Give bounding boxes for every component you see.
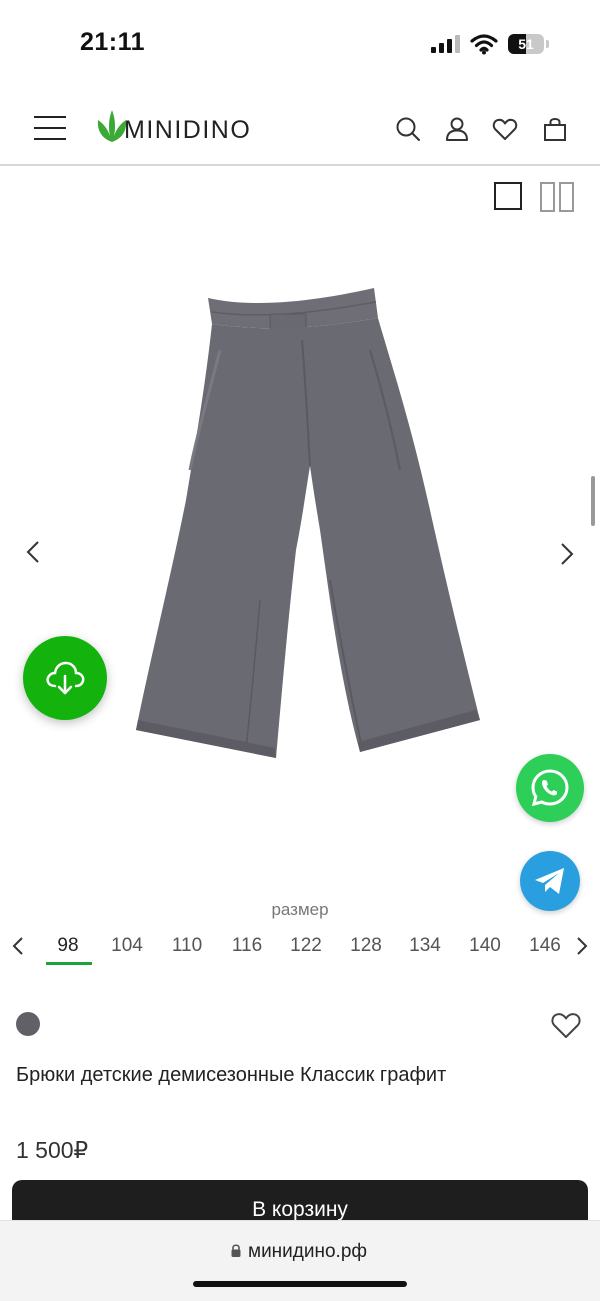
size-option-140[interactable]: 140: [458, 932, 512, 960]
single-view-icon[interactable]: [494, 182, 522, 210]
size-option-122[interactable]: 122: [279, 932, 333, 960]
gallery-prev-arrow-icon[interactable]: [22, 538, 44, 566]
size-option-134[interactable]: 134: [398, 932, 452, 960]
logo-text[interactable]: MINIDINO: [124, 116, 251, 145]
heart-icon[interactable]: [492, 116, 518, 142]
product-title: Брюки детские демисезонные Классик графи…: [16, 1064, 447, 1086]
size-selector: 98 104 110 116 122 128 134 140 146: [40, 932, 566, 972]
menu-icon[interactable]: [34, 116, 68, 140]
size-option-104[interactable]: 104: [100, 932, 154, 960]
cloud-download-icon: [46, 661, 85, 695]
search-icon[interactable]: [395, 116, 421, 142]
bag-icon[interactable]: [542, 116, 568, 142]
lock-icon: [231, 1244, 241, 1257]
double-view-icon[interactable]: [540, 182, 574, 212]
add-to-favorites-heart-icon[interactable]: [550, 1010, 582, 1040]
whatsapp-icon: [531, 769, 569, 807]
cellular-signal-icon: [431, 35, 460, 53]
status-time: 21:11: [80, 28, 146, 56]
product-price: 1 500₽: [16, 1137, 89, 1163]
product-image-pants: [136, 288, 480, 758]
browser-address-bar: минидино.рф: [0, 1220, 600, 1301]
home-indicator[interactable]: [193, 1281, 407, 1287]
user-icon[interactable]: [444, 116, 470, 142]
size-option-116[interactable]: 116: [220, 932, 274, 960]
sizes-next-arrow-icon[interactable]: [574, 935, 590, 957]
battery-cap: [546, 40, 549, 48]
size-option-110[interactable]: 110: [160, 932, 214, 960]
size-label: размер: [271, 900, 329, 919]
size-option-146[interactable]: 146: [518, 932, 566, 960]
gallery-next-arrow-icon[interactable]: [556, 540, 578, 568]
battery-icon: 51: [508, 34, 544, 54]
size-option-128[interactable]: 128: [339, 932, 393, 960]
battery-percent: 51: [518, 36, 534, 52]
url-text[interactable]: минидино.рф: [248, 1241, 367, 1263]
sizes-prev-arrow-icon[interactable]: [10, 935, 26, 957]
download-button[interactable]: [23, 636, 107, 720]
size-option-98[interactable]: 98: [41, 932, 95, 960]
telegram-icon: [535, 868, 564, 894]
site-header: MINIDINO: [0, 88, 600, 166]
whatsapp-button[interactable]: [516, 754, 584, 822]
scrollbar[interactable]: [591, 476, 595, 526]
color-swatch[interactable]: [16, 1012, 40, 1036]
wifi-icon: [470, 34, 498, 55]
selected-size-underline: [46, 962, 92, 965]
